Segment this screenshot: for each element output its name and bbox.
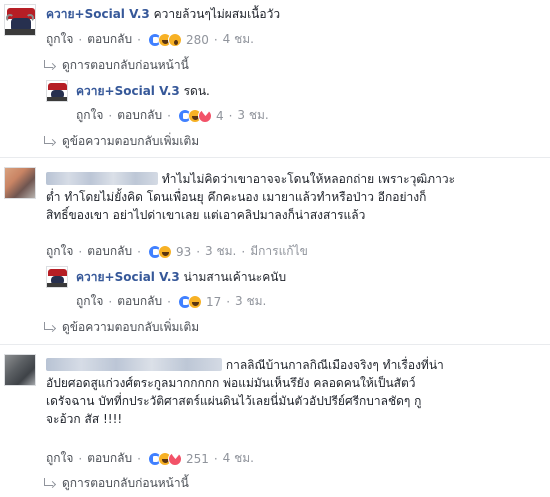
reply-arrow-icon [42, 136, 56, 147]
commenter-name[interactable]: ควาย+Social V.3 [76, 84, 180, 98]
haha-icon [157, 244, 172, 259]
like-button[interactable]: ถูกใจ [46, 242, 73, 261]
reply-button[interactable]: ตอบกลับ [117, 292, 162, 311]
avatar[interactable] [46, 80, 68, 102]
reply-arrow-icon [42, 322, 56, 333]
commenter-name[interactable]: ควาย+Social V.3 [76, 270, 180, 284]
like-button[interactable]: ถูกใจ [76, 106, 103, 125]
comment-text-line: ต่ำ ทำโดยไม่ยั้งคิด โดนเพื่อนยุ คึกคะนอง… [46, 190, 427, 204]
reaction-count: 251 [185, 451, 209, 466]
commenter-name-blurred[interactable] [46, 172, 158, 185]
avatar[interactable] [4, 354, 36, 386]
comment-actions: ถูกใจ · ตอบกลับ · 251 · 4 ชม. [46, 449, 254, 468]
reactions[interactable]: 4 [177, 108, 224, 123]
view-more-replies-link[interactable]: ดูข้อความตอบกลับเพิ่มเติม [42, 318, 199, 337]
reaction-count: 17 [205, 294, 222, 309]
comment-actions: ถูกใจ · ตอบกลับ · 280 · 4 ชม. [46, 30, 254, 49]
reply-text: รดน. [183, 84, 210, 98]
like-button[interactable]: ถูกใจ [46, 30, 73, 49]
timestamp[interactable]: 3 ชม. [237, 106, 268, 125]
reply-text: น่ามสานเค้านะคนับ [183, 270, 287, 284]
comment-text-line: เดรัจฉาน บัทที่กประวัติศาสตร์แผ่นดินไว้เ… [46, 394, 422, 408]
comment-text-line: สิทธิ์ของเขา อย่าไปด่าเขาเลย แต่เอาคลิปม… [46, 208, 366, 222]
love-icon [167, 451, 182, 466]
like-button[interactable]: ถูกใจ [46, 449, 73, 468]
reply: ควาย+Social V.3 น่ามสานเค้านะคนับ [76, 268, 536, 286]
avatar[interactable] [4, 167, 36, 199]
comment-text-line: จะอ้วก สัส !!!! [46, 412, 123, 426]
reply-actions: ถูกใจ · ตอบกลับ · 17 · 3 ชม. [76, 292, 266, 311]
comment-actions: ถูกใจ · ตอบกลับ · 93 · 3 ชม. · มีการแก้ไ… [46, 242, 308, 261]
view-previous-replies-link[interactable]: ดูการตอบกลับก่อนหน้านี้ [42, 56, 189, 75]
reactions[interactable]: 251 [147, 451, 209, 466]
reactions[interactable]: 280 [147, 32, 209, 47]
reaction-count: 4 [215, 108, 224, 123]
timestamp[interactable]: 3 ชม. [205, 242, 236, 261]
reply-arrow-icon [42, 478, 56, 489]
commenter-name[interactable]: ควาย+Social V.3 [46, 7, 150, 21]
reaction-count: 280 [185, 32, 209, 47]
commenter-name-blurred[interactable] [46, 358, 222, 371]
reply-actions: ถูกใจ · ตอบกลับ · 4 · 3 ชม. [76, 106, 269, 125]
like-button[interactable]: ถูกใจ [76, 292, 103, 311]
reply-button[interactable]: ตอบกลับ [87, 449, 132, 468]
view-previous-replies-link[interactable]: ดูการตอบกลับก่อนหน้านี้ [42, 474, 189, 493]
comment: ควาย+Social V.3 ควายล้วนๆไม่ผสมเนื้อวัว [46, 5, 546, 23]
haha-icon [187, 294, 202, 309]
reply-button[interactable]: ตอบกลับ [87, 30, 132, 49]
edited-label[interactable]: มีการแก้ไข [250, 242, 308, 261]
reactions[interactable]: 17 [177, 294, 222, 309]
comment-text-line: ทำไมไม่คิดว่าเขาอาจจะโดนให้หลอกถ่าย เพรา… [161, 172, 456, 186]
avatar[interactable] [46, 266, 68, 288]
comment-text: ควายล้วนๆไม่ผสมเนื้อวัว [153, 7, 281, 21]
comment-text-line: อัปยศอดสูแก่วงศ์ตระกูลมากกกกก พ่อแม่มันเ… [46, 376, 416, 390]
view-more-replies-link[interactable]: ดูข้อความตอบกลับเพิ่มเติม [42, 132, 199, 151]
reply-arrow-icon [42, 60, 56, 71]
divider [0, 344, 550, 345]
comment: ทำไมไม่คิดว่าเขาอาจจะโดนให้หลอกถ่าย เพรา… [46, 170, 546, 224]
reply-button[interactable]: ตอบกลับ [117, 106, 162, 125]
reaction-count: 93 [175, 244, 192, 259]
timestamp[interactable]: 4 ชม. [223, 30, 254, 49]
love-icon [197, 108, 212, 123]
wow-icon [167, 32, 182, 47]
reply-button[interactable]: ตอบกลับ [87, 242, 132, 261]
avatar[interactable] [4, 4, 36, 36]
comment: กาลลิณีบ้านกาลกิณีเมืองจริงๆ ทำเรื่องที่… [46, 356, 546, 428]
reply: ควาย+Social V.3 รดน. [76, 82, 536, 100]
comment-text-line: กาลลิณีบ้านกาลกิณีเมืองจริงๆ ทำเรื่องที่… [225, 358, 444, 372]
divider [0, 157, 550, 158]
reactions[interactable]: 93 [147, 244, 192, 259]
timestamp[interactable]: 3 ชม. [235, 292, 266, 311]
timestamp[interactable]: 4 ชม. [223, 449, 254, 468]
